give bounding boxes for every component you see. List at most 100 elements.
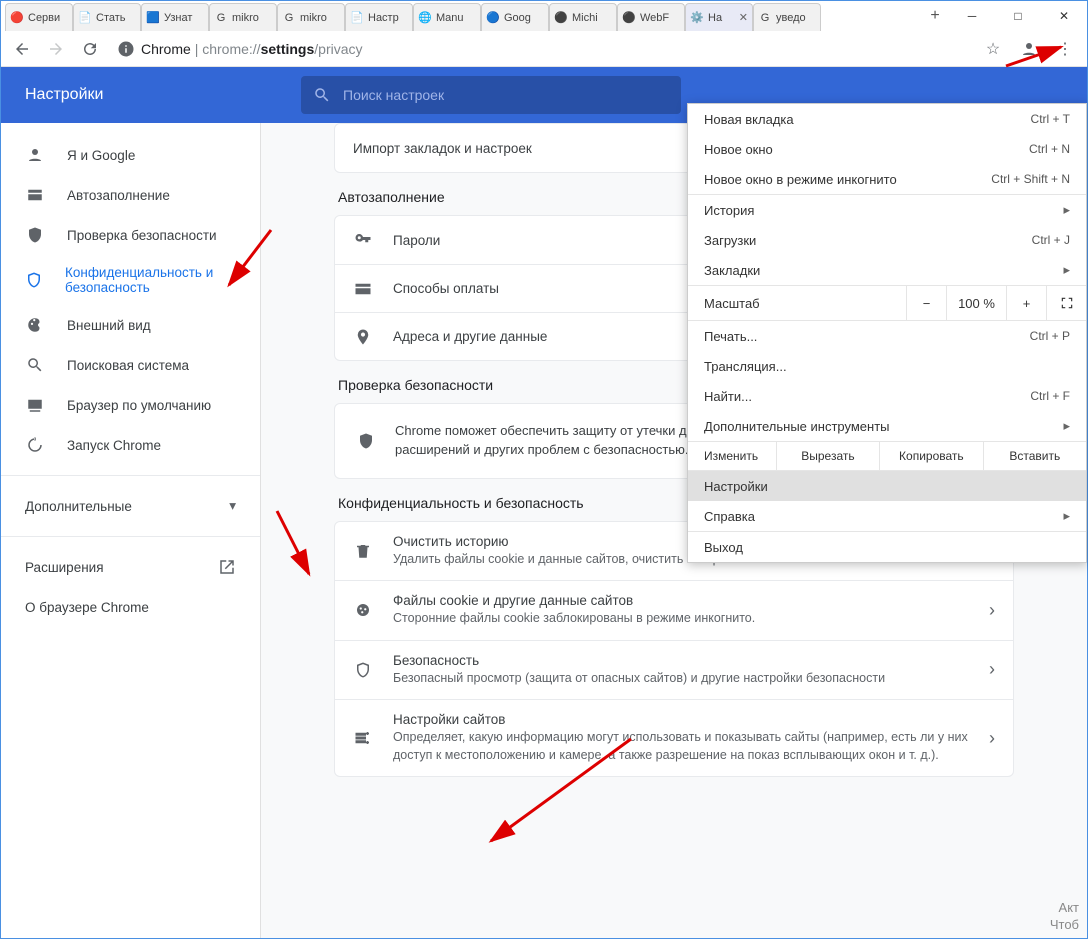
browser-tab[interactable]: ⚙️На✕: [685, 3, 753, 31]
menu-new-window[interactable]: Новое окноCtrl + N: [688, 134, 1086, 164]
menu-exit[interactable]: Выход: [688, 532, 1086, 562]
new-tab-button[interactable]: +: [921, 1, 949, 31]
search-placeholder: Поиск настроек: [343, 87, 444, 103]
sidebar-icon: [25, 271, 43, 289]
settings-title: Настройки: [1, 86, 301, 104]
sidebar-extensions[interactable]: Расширения: [25, 547, 236, 587]
zoom-in-button[interactable]: +: [1006, 286, 1046, 320]
browser-tab[interactable]: 🔵Goog: [481, 3, 549, 31]
sidebar-item[interactable]: Браузер по умолчанию: [1, 385, 260, 425]
menu-bookmarks[interactable]: Закладки▸: [688, 255, 1086, 285]
back-button[interactable]: [7, 34, 37, 64]
sidebar-about[interactable]: О браузере Chrome: [25, 587, 236, 627]
window-minimize[interactable]: ─: [949, 1, 995, 31]
menu-help[interactable]: Справка▸: [688, 501, 1086, 531]
menu-zoom: Масштаб − 100 % +: [688, 285, 1086, 321]
sidebar-item[interactable]: Я и Google: [1, 135, 260, 175]
favicon: G: [282, 11, 296, 25]
menu-more-tools[interactable]: Дополнительные инструменты▸: [688, 411, 1086, 441]
menu-copy[interactable]: Копировать: [879, 442, 982, 470]
sidebar-icon: [25, 226, 45, 244]
favicon: 📄: [350, 11, 364, 25]
favicon: 🔵: [486, 11, 500, 25]
sidebar-item[interactable]: Конфиденциальность и безопасность: [1, 255, 260, 305]
row-icon: [353, 328, 373, 346]
favicon: G: [214, 11, 228, 25]
browser-tab[interactable]: Gmikro: [209, 3, 277, 31]
browser-tab[interactable]: ⚫Michi: [549, 3, 617, 31]
profile-avatar-icon[interactable]: [1013, 33, 1045, 65]
privacy-row[interactable]: Настройки сайтовОпределяет, какую информ…: [335, 699, 1013, 776]
menu-find[interactable]: Найти...Ctrl + F: [688, 381, 1086, 411]
browser-tab[interactable]: 🌐Manu: [413, 3, 481, 31]
row-icon: [353, 231, 373, 249]
browser-tab[interactable]: 📄Настр: [345, 3, 413, 31]
browser-tab[interactable]: 📄Стать: [73, 3, 141, 31]
shield-icon: [353, 428, 379, 454]
favicon: 📄: [78, 11, 92, 25]
reload-button[interactable]: [75, 34, 105, 64]
browser-tab[interactable]: Gmikro: [277, 3, 345, 31]
browser-tab[interactable]: ⚫WebF: [617, 3, 685, 31]
browser-tab[interactable]: 🔴Серви: [5, 3, 73, 31]
window-maximize[interactable]: □: [995, 1, 1041, 31]
forward-button[interactable]: [41, 34, 71, 64]
windows-activation-watermark: АктЧтоб: [1050, 900, 1079, 934]
chevron-down-icon: ▾: [229, 498, 236, 514]
row-icon: [353, 280, 373, 298]
bookmark-star-icon[interactable]: ☆: [977, 33, 1009, 65]
favicon: 🌐: [418, 11, 432, 25]
menu-edit-row: Изменить Вырезать Копировать Вставить: [688, 441, 1086, 471]
sidebar-more[interactable]: Дополнительные ▾: [1, 486, 260, 526]
zoom-out-button[interactable]: −: [906, 286, 946, 320]
sidebar-icon: [25, 146, 45, 164]
menu-print[interactable]: Печать...Ctrl + P: [688, 321, 1086, 351]
menu-cast[interactable]: Трансляция...: [688, 351, 1086, 381]
chevron-right-icon: ›: [989, 600, 995, 621]
chrome-menu-icon[interactable]: ⋮: [1049, 33, 1081, 65]
menu-history[interactable]: История▸: [688, 195, 1086, 225]
sidebar-icon: [25, 436, 45, 454]
sidebar-item[interactable]: Проверка безопасности: [1, 215, 260, 255]
sidebar-item[interactable]: Запуск Chrome: [1, 425, 260, 465]
sidebar-item[interactable]: Автозаполнение: [1, 175, 260, 215]
search-icon: [313, 86, 331, 104]
row-icon: [353, 729, 373, 747]
open-external-icon: [218, 558, 236, 576]
privacy-row[interactable]: БезопасностьБезопасный просмотр (защита …: [335, 640, 1013, 700]
chevron-right-icon: ›: [989, 659, 995, 680]
fullscreen-button[interactable]: [1046, 286, 1086, 320]
menu-downloads[interactable]: ЗагрузкиCtrl + J: [688, 225, 1086, 255]
browser-tab-strip: 🔴Серви📄Стать🟦УзнатGmikroGmikro📄Настр🌐Man…: [1, 1, 1087, 31]
window-close[interactable]: ✕: [1041, 1, 1087, 31]
sidebar-icon: [25, 186, 45, 204]
omnibox-prefix: Chrome: [141, 41, 191, 57]
favicon: ⚙️: [690, 11, 704, 25]
menu-paste[interactable]: Вставить: [983, 442, 1086, 470]
browser-tab[interactable]: Gуведо: [753, 3, 821, 31]
menu-new-tab[interactable]: Новая вкладкаCtrl + T: [688, 104, 1086, 134]
site-info-icon: [117, 40, 135, 58]
close-tab-icon[interactable]: ✕: [739, 11, 748, 24]
settings-search-input[interactable]: Поиск настроек: [301, 76, 681, 114]
zoom-level: 100 %: [946, 286, 1006, 320]
sidebar-icon: [25, 396, 45, 414]
row-icon: [353, 661, 373, 679]
privacy-row[interactable]: Файлы cookie и другие данные сайтовСторо…: [335, 580, 1013, 640]
favicon: 🔴: [10, 11, 24, 25]
sidebar-item[interactable]: Поисковая система: [1, 345, 260, 385]
browser-tab[interactable]: 🟦Узнат: [141, 3, 209, 31]
chrome-menu: Новая вкладкаCtrl + T Новое окноCtrl + N…: [687, 103, 1087, 563]
menu-cut[interactable]: Вырезать: [776, 442, 879, 470]
favicon: G: [758, 11, 772, 25]
menu-incognito[interactable]: Новое окно в режиме инкогнитоCtrl + Shif…: [688, 164, 1086, 194]
sidebar-icon: [25, 316, 45, 334]
address-bar: Chrome | chrome://settings/privacy ☆ ⋮: [1, 31, 1087, 67]
row-icon: [353, 601, 373, 619]
sidebar-item[interactable]: Внешний вид: [1, 305, 260, 345]
row-icon: [353, 542, 373, 560]
menu-settings[interactable]: Настройки: [688, 471, 1086, 501]
chevron-right-icon: ›: [989, 728, 995, 749]
favicon: ⚫: [554, 11, 568, 25]
omnibox[interactable]: Chrome | chrome://settings/privacy: [109, 40, 973, 58]
